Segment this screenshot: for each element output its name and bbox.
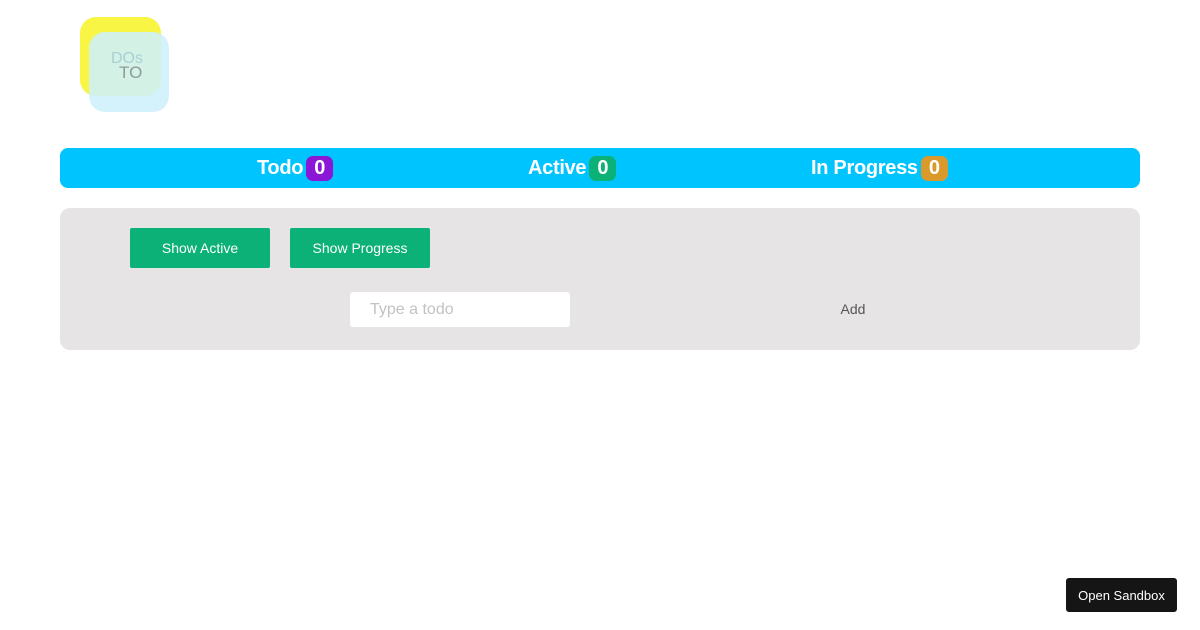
add-button[interactable]: Add (820, 296, 886, 322)
status-todo-label: Todo (257, 156, 304, 179)
show-progress-button[interactable]: Show Progress (290, 228, 430, 268)
status-bar: Todo 0 Active 0 In Progress 0 (60, 148, 1140, 188)
page: DOs TO Todo 0 Active 0 In Progress 0 Sho… (0, 0, 1200, 630)
status-in-progress-count-badge: 0 (920, 155, 948, 181)
status-in-progress: In Progress 0 (811, 148, 948, 188)
status-active-label: Active (528, 156, 587, 179)
show-active-button[interactable]: Show Active (130, 228, 270, 268)
todo-panel: Show Active Show Progress Add (60, 208, 1140, 350)
open-sandbox-button[interactable]: Open Sandbox (1066, 578, 1177, 612)
status-active-count-badge: 0 (589, 155, 617, 181)
todo-input[interactable] (350, 292, 570, 327)
status-todo: Todo 0 (257, 148, 334, 188)
status-todo-count-badge: 0 (306, 155, 334, 181)
app-logo: DOs TO (80, 17, 172, 115)
logo-text-bottom: TO (119, 63, 143, 82)
status-active: Active 0 (528, 148, 617, 188)
status-in-progress-label: In Progress (811, 156, 918, 179)
